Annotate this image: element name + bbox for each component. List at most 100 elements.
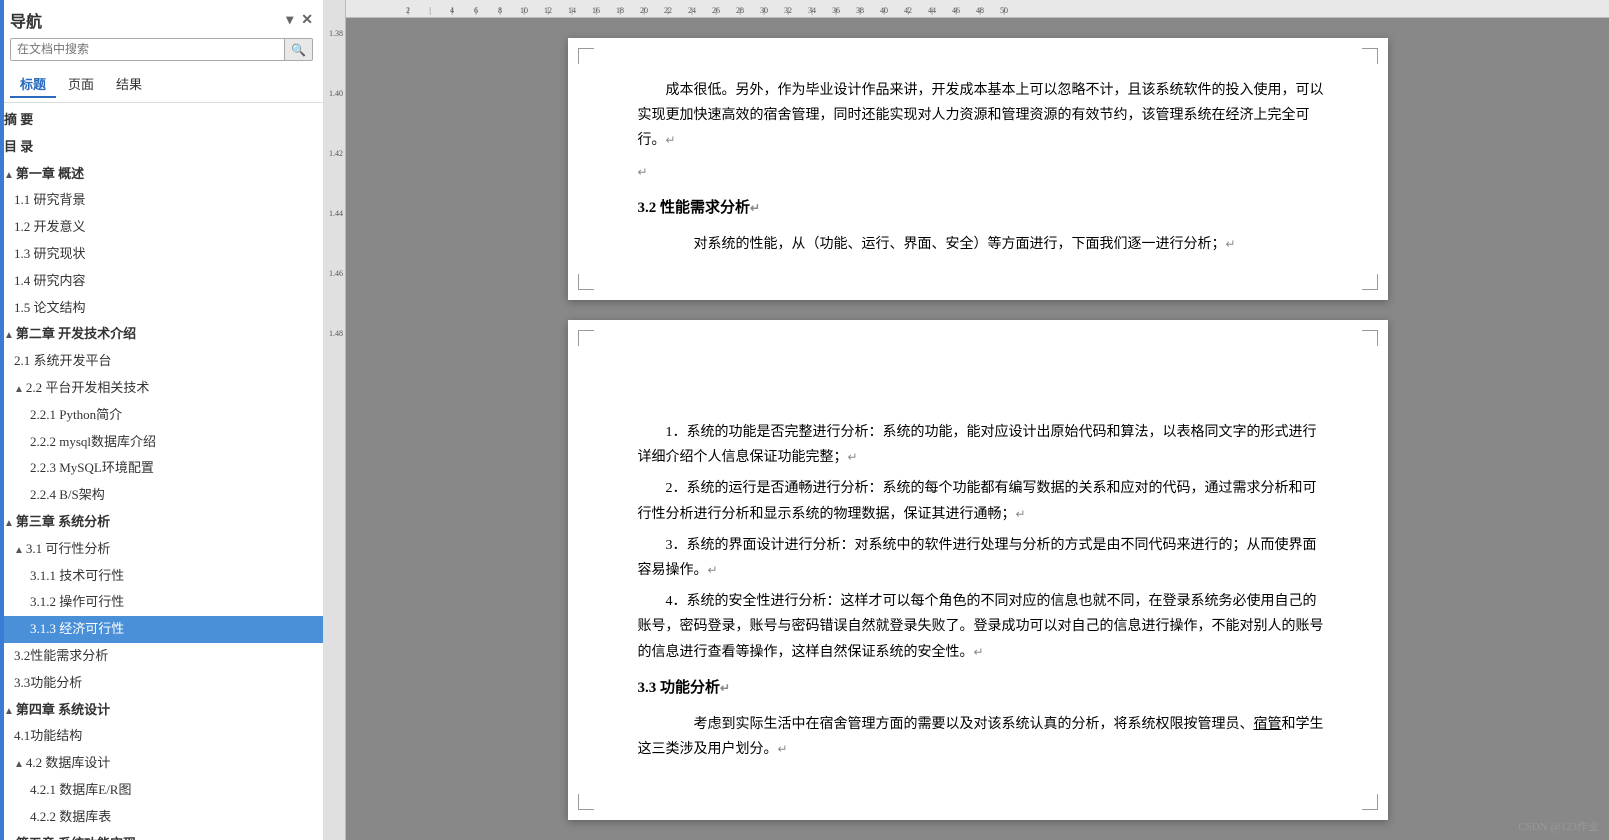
- nav-item-5[interactable]: 1.3 研究现状: [0, 241, 323, 268]
- nav-item-27[interactable]: ▲ 第五章 系统功能实现: [0, 831, 323, 840]
- nav-item-9[interactable]: 2.1 系统开发平台: [0, 348, 323, 375]
- nav-label-16: 3.1 可行性分析: [26, 541, 111, 556]
- nav-item-18[interactable]: 3.1.2 操作可行性: [0, 589, 323, 616]
- nav-item-1[interactable]: 目 录: [0, 134, 323, 161]
- enter-mark-6: ↵: [1016, 507, 1026, 521]
- nav-item-0[interactable]: 摘 要: [0, 107, 323, 134]
- nav-arrow-10: ▲: [14, 382, 24, 398]
- ruler-num-32: 32: [776, 6, 800, 15]
- ruler-num-50: 50: [992, 6, 1016, 15]
- nav-label-20: 3.2性能需求分析: [14, 648, 108, 663]
- enter-mark-2: ↵: [638, 165, 648, 179]
- ruler-num-16: 16: [584, 6, 608, 15]
- doc-page-1: 成本很低。另外，作为毕业设计作品来讲，开发成本基本上可以忽略不计，且该系统软件的…: [568, 38, 1388, 300]
- enter-mark-4: ↵: [1226, 237, 1236, 251]
- top-ruler: 2 4 6 8 10 12 14 16 18 20 22 24 26 28 30…: [346, 0, 1609, 18]
- ruler-num-2: 2: [396, 6, 420, 15]
- main-area: 2 4 6 8 10 12 14 16 18 20 22 24 26 28 30…: [346, 0, 1609, 840]
- nav-item-16[interactable]: ▲ 3.1 可行性分析: [0, 536, 323, 563]
- nav-item-10[interactable]: ▲ 2.2 平台开发相关技术: [0, 375, 323, 402]
- nav-label-5: 1.3 研究现状: [14, 246, 86, 261]
- nav-item-8[interactable]: ▲ 第二章 开发技术介绍: [0, 321, 323, 348]
- nav-item-15[interactable]: ▲ 第三章 系统分析: [0, 509, 323, 536]
- nav-item-2[interactable]: ▲ 第一章 概述: [0, 161, 323, 188]
- ruler-num-30: 30: [752, 6, 776, 15]
- nav-item-26[interactable]: 4.2.2 数据库表: [0, 804, 323, 831]
- list-item-2: 2．系统的运行是否通畅进行分析：系统的每个功能都有编写数据的关系和应对的代码，通…: [638, 476, 1328, 526]
- sidebar: 导航 ▾ ✕ 🔍 标题 页面 结果 摘 要目 录 ▲ 第一章 概述 1.1 研究背景…: [0, 0, 324, 840]
- doc-para-cost: 成本很低。另外，作为毕业设计作品来讲，开发成本基本上可以忽略不计，且该系统软件的…: [638, 78, 1328, 154]
- link-dormmanager[interactable]: 宿管: [1254, 717, 1282, 732]
- nav-label-14: 2.2.4 B/S架构: [30, 487, 105, 502]
- nav-label-10: 2.2 平台开发相关技术: [26, 380, 150, 395]
- nav-label-3: 1.1 研究背景: [14, 192, 86, 207]
- sidebar-title: 导航 ▾ ✕: [10, 8, 313, 32]
- enter-mark-9: ↵: [720, 681, 730, 695]
- nav-item-20[interactable]: 3.2性能需求分析: [0, 643, 323, 670]
- nav-label-26: 4.2.2 数据库表: [30, 809, 111, 824]
- nav-item-22[interactable]: ▲ 第四章 系统设计: [0, 697, 323, 724]
- nav-label-21: 3.3功能分析: [14, 675, 82, 690]
- nav-item-6[interactable]: 1.4 研究内容: [0, 268, 323, 295]
- nav-item-7[interactable]: 1.5 论文结构: [0, 295, 323, 322]
- doc-page-2: 1．系统的功能是否完整进行分析：系统的功能，能对应设计出原始代码和算法，以表格同…: [568, 320, 1388, 820]
- search-box: 🔍: [10, 38, 313, 61]
- nav-item-21[interactable]: 3.3功能分析: [0, 670, 323, 697]
- doc-para-func: 考虑到实际生活中在宿舍管理方面的需要以及对该系统认真的分析，将系统权限按管理员、…: [638, 712, 1328, 762]
- nav-item-11[interactable]: 2.2.1 Python简介: [0, 402, 323, 429]
- nav-label-27: 第五章 系统功能实现: [16, 836, 136, 840]
- nav-arrow-15: ▲: [4, 516, 14, 532]
- tab-pages[interactable]: 页面: [58, 71, 104, 98]
- nav-item-23[interactable]: 4.1功能结构: [0, 723, 323, 750]
- tab-results[interactable]: 结果: [106, 71, 152, 98]
- close-icon[interactable]: ✕: [301, 12, 313, 29]
- nav-label-0: 摘 要: [4, 112, 33, 127]
- list-item-3: 3．系统的界面设计进行分析：对系统中的软件进行处理与分析的方式是由不同代码来进行…: [638, 533, 1328, 583]
- ruler-num-8: 8: [488, 6, 512, 15]
- tab-headings[interactable]: 标题: [10, 71, 56, 98]
- left-ruler: 1.38 1.40 1.42 1.44 1.46 1.48: [324, 0, 346, 840]
- minimize-icon[interactable]: ▾: [286, 12, 293, 29]
- search-input[interactable]: [11, 39, 284, 60]
- corner-mark-2-tl: [578, 330, 594, 346]
- section-33: 3.3 功能分析↵: [638, 675, 1328, 702]
- nav-item-17[interactable]: 3.1.1 技术可行性: [0, 563, 323, 590]
- doc-scroll[interactable]: 成本很低。另外，作为毕业设计作品来讲，开发成本基本上可以忽略不计，且该系统软件的…: [346, 18, 1609, 840]
- search-button[interactable]: 🔍: [284, 39, 312, 60]
- nav-item-3[interactable]: 1.1 研究背景: [0, 187, 323, 214]
- ruler-num-12: 12: [536, 6, 560, 15]
- ruler-mark-142: 1.42: [324, 150, 346, 158]
- enter-mark-10: ↵: [778, 742, 788, 756]
- corner-mark-br: [1362, 274, 1378, 290]
- ruler-num-14: 14: [560, 6, 584, 15]
- corner-mark-2-bl: [578, 794, 594, 810]
- enter-mark-1: ↵: [666, 133, 676, 147]
- nav-item-14[interactable]: 2.2.4 B/S架构: [0, 482, 323, 509]
- page-top-space: [638, 360, 1328, 420]
- nav-arrow-8: ▲: [4, 328, 14, 344]
- top-ruler-inner: 2 4 6 8 10 12 14 16 18 20 22 24 26 28 30…: [346, 6, 1016, 15]
- nav-label-8: 第二章 开发技术介绍: [16, 326, 136, 341]
- nav-arrow-22: ▲: [4, 704, 14, 720]
- nav-item-24[interactable]: ▲ 4.2 数据库设计: [0, 750, 323, 777]
- nav-label-24: 4.2 数据库设计: [26, 755, 111, 770]
- nav-item-12[interactable]: 2.2.2 mysql数据库介绍: [0, 429, 323, 456]
- nav-label-1: 目 录: [4, 139, 33, 154]
- ruler-num-34: 34: [800, 6, 824, 15]
- nav-arrow-2: ▲: [4, 168, 14, 184]
- nav-item-25[interactable]: 4.2.1 数据库E/R图: [0, 777, 323, 804]
- nav-label-6: 1.4 研究内容: [14, 273, 86, 288]
- nav-item-19[interactable]: 3.1.3 经济可行性: [0, 616, 323, 643]
- sidebar-controls: ▾ ✕: [286, 12, 313, 29]
- ruler-num-22: 22: [656, 6, 680, 15]
- nav-label-22: 第四章 系统设计: [16, 702, 110, 717]
- nav-label-17: 3.1.1 技术可行性: [30, 568, 124, 583]
- nav-label-7: 1.5 论文结构: [14, 300, 86, 315]
- nav-item-13[interactable]: 2.2.3 MySQL环境配置: [0, 455, 323, 482]
- corner-mark-2-tr: [1362, 330, 1378, 346]
- nav-item-4[interactable]: 1.2 开发意义: [0, 214, 323, 241]
- sidebar-tabs: 标题 页面 结果: [10, 67, 313, 98]
- nav-label-4: 1.2 开发意义: [14, 219, 86, 234]
- nav-label-12: 2.2.2 mysql数据库介绍: [30, 434, 156, 449]
- sidebar-title-text: 导航: [10, 8, 42, 32]
